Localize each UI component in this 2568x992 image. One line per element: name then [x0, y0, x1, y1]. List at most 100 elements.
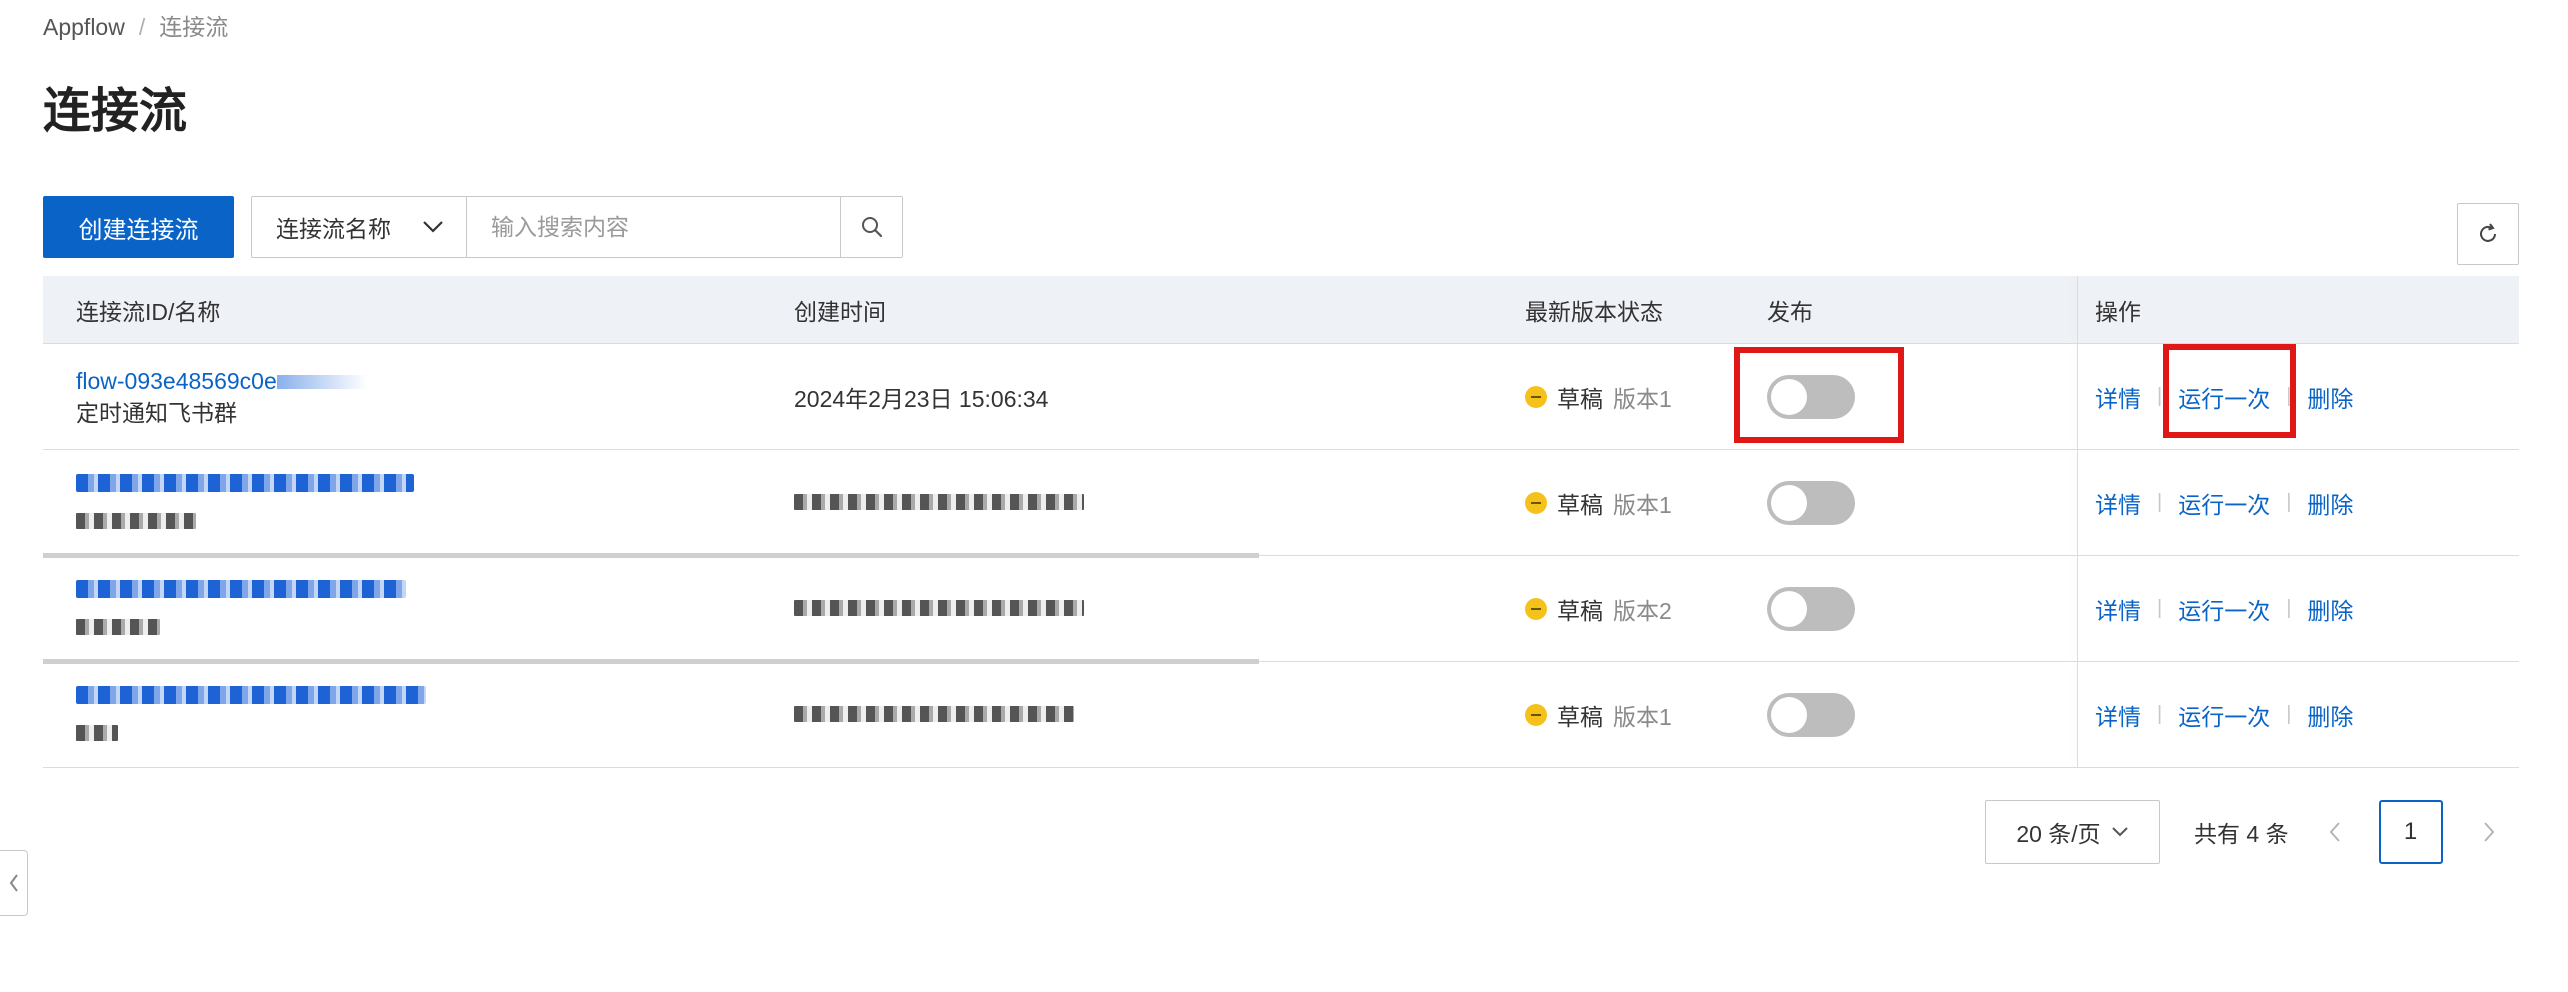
redacted-flow-id [76, 579, 406, 598]
side-panel-toggle[interactable] [0, 850, 28, 916]
cell-id-name [76, 577, 406, 641]
draft-status-icon [1525, 491, 1547, 514]
search-input[interactable] [467, 197, 840, 257]
action-separator: | [2286, 491, 2292, 513]
header-status: 最新版本状态 [1525, 298, 1663, 325]
redacted-created-time [794, 706, 1074, 722]
action-separator: | [2286, 597, 2292, 619]
flows-table: 连接流ID/名称 创建时间 最新版本状态 发布 操作 flow-093e4856… [43, 276, 2519, 768]
search-group: 连接流名称 [251, 196, 903, 258]
row-actions: 详情 | 运行一次 | 删除 [2095, 698, 2353, 732]
action-separator: | [2157, 491, 2163, 513]
chevron-left-icon [9, 874, 18, 892]
toggle-knob [1771, 484, 1807, 521]
created-time: 2024年2月23日 15:06:34 [794, 385, 1049, 412]
row-actions: 详情 | 运行一次 | 删除 [2095, 486, 2353, 520]
refresh-button[interactable] [2457, 203, 2519, 265]
detail-link[interactable]: 详情 [2095, 592, 2141, 626]
redacted-flow-name [76, 618, 160, 635]
status-badge: 草稿 版本1 [1525, 486, 1672, 520]
toggle-knob [1771, 696, 1807, 733]
delete-link[interactable]: 删除 [2307, 380, 2353, 414]
draft-status-icon [1525, 597, 1547, 620]
toggle-knob [1771, 590, 1807, 627]
filter-field-value: 连接流名称 [276, 216, 391, 242]
refresh-icon [2480, 223, 2496, 242]
publish-toggle[interactable] [1767, 692, 1855, 737]
action-separator: | [2157, 703, 2163, 725]
redacted-id-suffix [276, 375, 367, 390]
toolbar: 创建连接流 连接流名称 [43, 196, 903, 258]
cell-id-name [76, 471, 414, 535]
page-size-value: 20 条/页 [2016, 821, 2101, 847]
prev-page-button[interactable] [2327, 820, 2343, 844]
status-badge: 草稿 版本1 [1525, 698, 1672, 732]
table-row: flow-093e48569c0e 定时通知飞书群 2024年2月23日 15:… [43, 344, 2519, 450]
page-number-button[interactable]: 1 [2378, 800, 2443, 864]
next-page-button[interactable] [2481, 820, 2497, 844]
action-separator: | [2286, 385, 2292, 407]
ops-column-divider [2077, 276, 2078, 343]
status-badge: 草稿 版本2 [1525, 592, 1672, 626]
publish-toggle[interactable] [1767, 374, 1855, 419]
status-badge: 草稿 版本1 [1525, 380, 1672, 414]
cell-id-name: flow-093e48569c0e 定时通知飞书群 [76, 365, 367, 429]
run-once-link[interactable]: 运行一次 [2178, 592, 2270, 626]
row-actions: 详情 | 运行一次 | 删除 [2095, 592, 2353, 626]
publish-toggle[interactable] [1767, 480, 1855, 525]
created-time [794, 701, 1074, 728]
flow-id-link[interactable] [76, 683, 426, 710]
cell-id-name [76, 683, 426, 747]
redacted-flow-id [76, 685, 426, 704]
header-id-name: 连接流ID/名称 [76, 298, 221, 325]
breadcrumb-separator: / [138, 14, 146, 40]
search-button[interactable] [840, 197, 902, 257]
status-text: 草稿 [1557, 385, 1603, 412]
total-count: 共有 4 条 [2194, 821, 2289, 847]
action-separator: | [2157, 385, 2163, 407]
pagination: 20 条/页 共有 4 条 1 [1985, 800, 2497, 864]
detail-link[interactable]: 详情 [2095, 698, 2141, 732]
detail-link[interactable]: 详情 [2095, 380, 2141, 414]
action-separator: | [2157, 597, 2163, 619]
draft-status-icon [1525, 703, 1547, 726]
delete-link[interactable]: 删除 [2307, 486, 2353, 520]
action-separator: | [2286, 703, 2292, 725]
ops-column-divider [2077, 556, 2078, 661]
status-text: 草稿 [1557, 703, 1603, 730]
run-once-link[interactable]: 运行一次 [2178, 698, 2270, 732]
create-flow-button[interactable]: 创建连接流 [43, 196, 234, 258]
flow-id-link[interactable]: flow-093e48569c0e [76, 365, 367, 397]
breadcrumb: Appflow / 连接流 [43, 12, 228, 42]
run-once-link[interactable]: 运行一次 [2178, 486, 2270, 520]
ops-column-divider [2077, 450, 2078, 555]
chevron-down-icon [2111, 827, 2128, 837]
redacted-flow-id [76, 473, 414, 492]
chevron-down-icon [423, 221, 443, 233]
flow-id-link[interactable] [76, 471, 414, 498]
table-row: 草稿 版本2 详情 | 运行一次 | 删除 [43, 556, 2519, 664]
flow-name: 定时通知飞书群 [76, 399, 237, 426]
delete-link[interactable]: 删除 [2307, 592, 2353, 626]
redacted-flow-name [76, 724, 118, 741]
delete-link[interactable]: 删除 [2307, 698, 2353, 732]
version-text: 版本1 [1613, 385, 1672, 412]
publish-toggle[interactable] [1767, 586, 1855, 631]
detail-link[interactable]: 详情 [2095, 486, 2141, 520]
redacted-created-time [794, 494, 1084, 510]
search-icon [861, 217, 882, 238]
page-size-select[interactable]: 20 条/页 [1985, 800, 2160, 864]
page: Appflow / 连接流 连接流 创建连接流 连接流名称 连接流ID/名称 创… [0, 0, 2568, 992]
ops-column-divider [2077, 662, 2078, 767]
status-text: 草稿 [1557, 491, 1603, 518]
flow-id-link[interactable] [76, 577, 406, 604]
run-once-link[interactable]: 运行一次 [2178, 380, 2270, 414]
header-created: 创建时间 [794, 298, 886, 325]
created-time [794, 595, 1084, 622]
draft-status-icon [1525, 385, 1547, 408]
filter-field-select[interactable]: 连接流名称 [252, 197, 467, 257]
table-row: 草稿 版本1 详情 | 运行一次 | 删除 [43, 662, 2519, 768]
breadcrumb-root-link[interactable]: Appflow [43, 12, 125, 42]
redacted-created-time [794, 600, 1084, 616]
chevron-right-icon [2483, 822, 2494, 842]
